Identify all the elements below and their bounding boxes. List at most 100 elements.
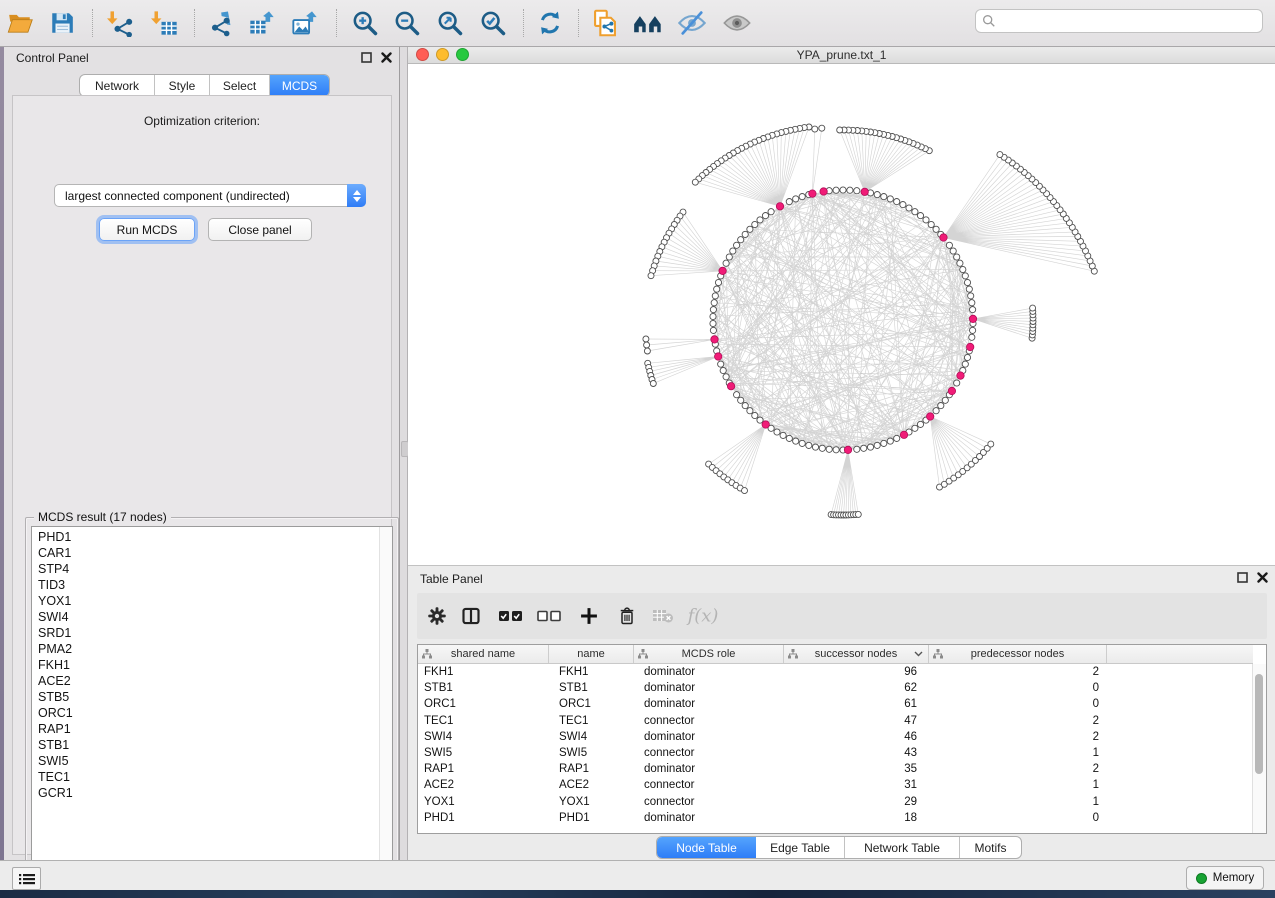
graph-node[interactable] — [968, 293, 974, 299]
memory-button[interactable]: Memory — [1186, 866, 1264, 890]
graph-node[interactable] — [854, 188, 860, 194]
tab-network-table[interactable]: Network Table — [845, 837, 960, 858]
graph-node[interactable] — [938, 403, 944, 409]
graph-node[interactable] — [950, 248, 956, 254]
graph-node[interactable] — [881, 194, 887, 200]
table-row[interactable]: SWI5SWI5connector431 — [418, 745, 1253, 761]
table-row[interactable]: TEC1TEC1connector472 — [418, 713, 1253, 729]
graph-leaf-node[interactable] — [742, 488, 748, 494]
tab-mcds[interactable]: MCDS — [270, 75, 329, 96]
graph-mcds-hub-node[interactable] — [711, 336, 718, 343]
graph-node[interactable] — [962, 361, 968, 367]
graph-leaf-node[interactable] — [644, 342, 650, 348]
graph-node[interactable] — [912, 209, 918, 215]
table-header[interactable]: shared namenameMCDS rolesuccessor nodesp… — [418, 645, 1253, 664]
graph-mcds-hub-node[interactable] — [809, 190, 816, 197]
graph-node[interactable] — [946, 242, 952, 248]
graph-node[interactable] — [730, 248, 736, 254]
export-table-icon[interactable] — [245, 6, 279, 40]
close-panel-icon[interactable] — [381, 52, 392, 63]
graph-node[interactable] — [711, 300, 717, 306]
graph-leaf-node[interactable] — [812, 126, 818, 132]
graph-node[interactable] — [874, 192, 880, 198]
tab-edge-table[interactable]: Edge Table — [756, 837, 845, 858]
search-input[interactable] — [1000, 13, 1256, 29]
graph-node[interactable] — [793, 196, 799, 202]
graph-node[interactable] — [933, 226, 939, 232]
graph-node[interactable] — [969, 300, 975, 306]
column-header-name[interactable]: name — [549, 645, 634, 663]
delete-selected-icon[interactable] — [617, 606, 637, 626]
mcds-result-item[interactable]: TID3 — [38, 577, 392, 593]
table-row[interactable]: STB1STB1dominator620 — [418, 680, 1253, 696]
graph-node[interactable] — [826, 446, 832, 452]
graph-node[interactable] — [874, 442, 880, 448]
show-all-icon[interactable] — [720, 6, 754, 40]
graph-node[interactable] — [734, 242, 740, 248]
graph-node[interactable] — [933, 408, 939, 414]
show-columns-icon[interactable] — [461, 606, 481, 626]
column-header-successor-nodes[interactable]: successor nodes — [784, 645, 929, 663]
graph-node[interactable] — [780, 432, 786, 438]
tab-network[interactable]: Network — [80, 75, 155, 96]
first-neighbors-icon[interactable] — [631, 6, 665, 40]
search-box[interactable] — [975, 9, 1263, 33]
settings-icon[interactable] — [427, 606, 447, 626]
run-mcds-button[interactable]: Run MCDS — [99, 218, 195, 241]
mcds-result-item[interactable]: SWI5 — [38, 753, 392, 769]
graph-node[interactable] — [912, 425, 918, 431]
graph-mcds-hub-node[interactable] — [948, 387, 955, 394]
mcds-result-item[interactable]: STB1 — [38, 737, 392, 753]
minimize-window-icon[interactable] — [436, 48, 449, 61]
table-row[interactable]: FKH1FKH1dominator962 — [418, 664, 1253, 680]
graph-leaf-node[interactable] — [855, 511, 861, 517]
graph-node[interactable] — [757, 417, 763, 423]
graph-node[interactable] — [752, 412, 758, 418]
close-panel-button[interactable]: Close panel — [208, 218, 312, 241]
zoom-fit-icon[interactable] — [433, 6, 467, 40]
graph-node[interactable] — [712, 293, 718, 299]
graph-node[interactable] — [881, 440, 887, 446]
graph-node[interactable] — [742, 231, 748, 237]
graph-node[interactable] — [970, 307, 976, 313]
maximize-window-icon[interactable] — [456, 48, 469, 61]
mcds-result-item[interactable]: RAP1 — [38, 721, 392, 737]
graph-node[interactable] — [833, 447, 839, 453]
graph-node[interactable] — [840, 187, 846, 193]
table-row[interactable]: YOX1YOX1connector291 — [418, 794, 1253, 810]
vertical-splitter[interactable] — [400, 46, 408, 860]
graph-leaf-node[interactable] — [988, 441, 994, 447]
mcds-result-item[interactable]: YOX1 — [38, 593, 392, 609]
graph-node[interactable] — [954, 254, 960, 260]
graph-node[interactable] — [723, 260, 729, 266]
graph-node[interactable] — [970, 327, 976, 333]
graph-node[interactable] — [906, 205, 912, 211]
table-row[interactable]: RAP1RAP1dominator352 — [418, 761, 1253, 777]
graph-node[interactable] — [964, 354, 970, 360]
graph-node[interactable] — [957, 260, 963, 266]
graph-node[interactable] — [806, 442, 812, 448]
graph-node[interactable] — [969, 334, 975, 340]
graph-node[interactable] — [917, 421, 923, 427]
graph-node[interactable] — [793, 438, 799, 444]
zoom-selected-icon[interactable] — [476, 6, 510, 40]
mcds-result-item[interactable]: STB5 — [38, 689, 392, 705]
table-scrollbar[interactable] — [1252, 664, 1266, 833]
table-body[interactable]: FKH1FKH1dominator962STB1STB1dominator620… — [418, 664, 1253, 833]
select-all-icon[interactable] — [498, 609, 524, 623]
graph-mcds-hub-node[interactable] — [776, 203, 783, 210]
graph-node[interactable] — [738, 397, 744, 403]
graph-leaf-node[interactable] — [819, 125, 825, 131]
graph-node[interactable] — [962, 273, 968, 279]
graph-mcds-hub-node[interactable] — [969, 315, 976, 322]
table-row[interactable]: SWI4SWI4dominator462 — [418, 729, 1253, 745]
deselect-all-icon[interactable] — [537, 610, 561, 622]
graph-mcds-hub-node[interactable] — [957, 372, 964, 379]
hide-selected-icon[interactable] — [675, 6, 709, 40]
graph-mcds-hub-node[interactable] — [727, 383, 734, 390]
add-column-icon[interactable] — [579, 606, 599, 626]
graph-node[interactable] — [887, 438, 893, 444]
float-panel-icon[interactable] — [361, 52, 372, 63]
graph-mcds-hub-node[interactable] — [762, 421, 769, 428]
mcds-result-item[interactable]: STP4 — [38, 561, 392, 577]
